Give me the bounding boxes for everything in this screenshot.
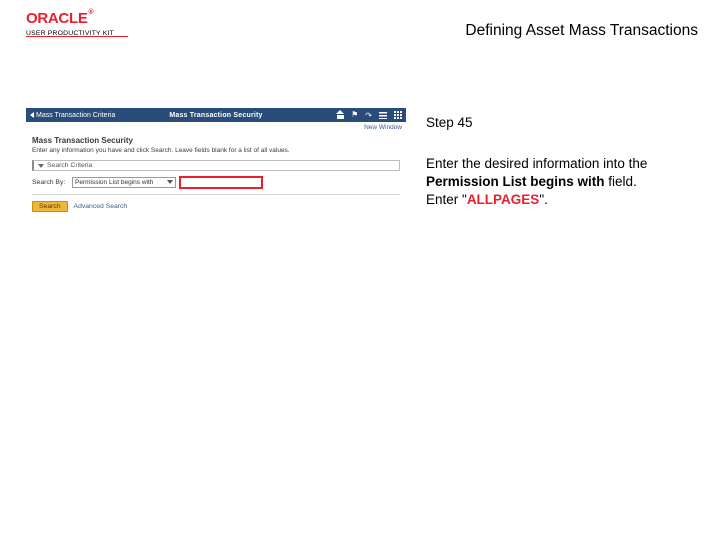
oracle-wordmark: ORACLE® bbox=[26, 10, 92, 27]
home-icon[interactable] bbox=[337, 112, 344, 119]
help-text: Enter any information you have and click… bbox=[32, 147, 400, 154]
search-criteria-header[interactable]: Search Criteria bbox=[32, 160, 400, 171]
divider bbox=[32, 194, 400, 195]
embedded-screenshot: Mass Transaction Criteria Mass Transacti… bbox=[26, 108, 406, 528]
menu-icon[interactable] bbox=[379, 112, 387, 119]
chevron-left-icon bbox=[30, 112, 34, 118]
oracle-logo: ORACLE® USER PRODUCTIVITY KIT bbox=[26, 10, 114, 37]
chevron-down-icon bbox=[38, 164, 44, 168]
arrow-icon[interactable]: ↷ bbox=[365, 111, 372, 120]
logo-divider bbox=[26, 36, 128, 37]
back-button[interactable]: Mass Transaction Criteria bbox=[26, 112, 121, 119]
app-header: Mass Transaction Criteria Mass Transacti… bbox=[26, 108, 406, 122]
search-by-select[interactable]: Permission List begins with bbox=[72, 177, 176, 188]
page-heading: Mass Transaction Security bbox=[32, 136, 400, 145]
back-label: Mass Transaction Criteria bbox=[36, 112, 115, 119]
new-window-link[interactable]: New Window bbox=[26, 122, 406, 134]
advanced-search-link[interactable]: Advanced Search bbox=[74, 203, 128, 210]
instruction-text: Enter the desired information into the P… bbox=[426, 155, 700, 210]
search-button[interactable]: Search bbox=[32, 201, 68, 212]
step-label: Step 45 bbox=[426, 115, 473, 130]
search-by-label: Search By: bbox=[32, 179, 68, 186]
permission-list-input[interactable] bbox=[180, 177, 262, 188]
app-title: Mass Transaction Security bbox=[169, 112, 262, 119]
entry-value: ALLPAGES bbox=[467, 192, 540, 207]
document-title: Defining Asset Mass Transactions bbox=[465, 22, 698, 40]
flag-icon[interactable]: ⚑ bbox=[351, 111, 358, 119]
header-icons: ⚑ ↷ bbox=[337, 108, 402, 122]
grid-icon[interactable] bbox=[394, 111, 402, 119]
